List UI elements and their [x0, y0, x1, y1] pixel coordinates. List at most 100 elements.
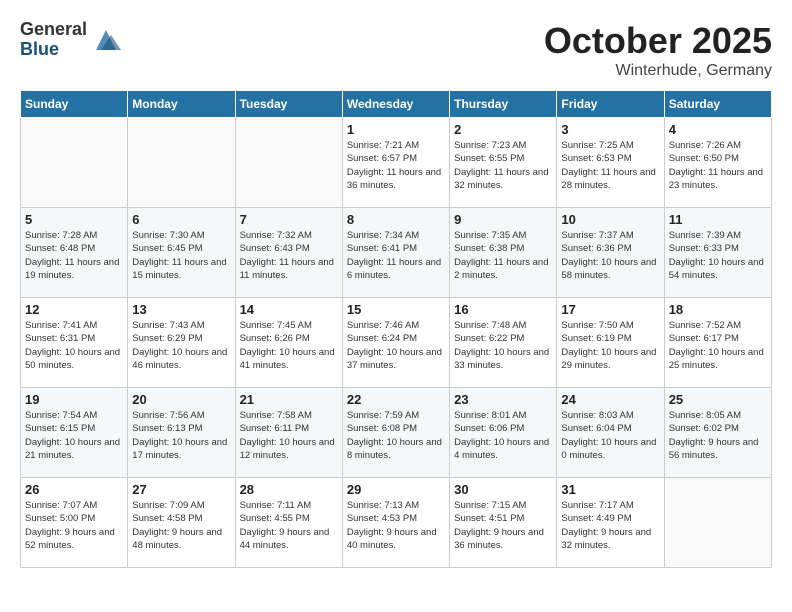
day-number: 16 [454, 302, 552, 317]
calendar-cell: 22 Sunrise: 7:59 AM Sunset: 6:08 PM Dayli… [342, 388, 449, 478]
header-monday: Monday [128, 91, 235, 118]
day-number: 15 [347, 302, 445, 317]
header-tuesday: Tuesday [235, 91, 342, 118]
logo-general-text: General [20, 20, 87, 40]
header-thursday: Thursday [450, 91, 557, 118]
day-info: Sunrise: 7:21 AM Sunset: 6:57 PM Dayligh… [347, 139, 445, 192]
day-info: Sunrise: 8:03 AM Sunset: 6:04 PM Dayligh… [561, 409, 659, 462]
day-number: 7 [240, 212, 338, 227]
calendar-week-row: 19Sunrise: 7:54 AM Sunset: 6:15 PM Dayli… [21, 388, 772, 478]
day-info: Sunrise: 7:59 AM Sunset: 6:08 PM Dayligh… [347, 409, 445, 462]
day-number: 20 [132, 392, 230, 407]
calendar-cell: 14 Sunrise: 7:45 AM Sunset: 6:26 PM Dayli… [235, 298, 342, 388]
day-number: 8 [347, 212, 445, 227]
calendar-cell: 19Sunrise: 7:54 AM Sunset: 6:15 PM Dayli… [21, 388, 128, 478]
calendar-cell: 27 Sunrise: 7:09 AM Sunset: 4:58 PM Dayli… [128, 478, 235, 568]
day-info: Sunrise: 7:23 AM Sunset: 6:55 PM Dayligh… [454, 139, 552, 192]
day-info: Sunrise: 7:37 AM Sunset: 6:36 PM Dayligh… [561, 229, 659, 282]
title-block: October 2025 Winterhude, Germany [544, 20, 772, 80]
day-info: Sunrise: 7:11 AM Sunset: 4:55 PM Dayligh… [240, 499, 338, 552]
day-number: 4 [669, 122, 767, 137]
day-number: 31 [561, 482, 659, 497]
day-info: Sunrise: 7:48 AM Sunset: 6:22 PM Dayligh… [454, 319, 552, 372]
day-info: Sunrise: 7:43 AM Sunset: 6:29 PM Dayligh… [132, 319, 230, 372]
calendar-cell: 30Sunrise: 7:15 AM Sunset: 4:51 PM Dayli… [450, 478, 557, 568]
page-header: General Blue October 2025 Winterhude, Ge… [20, 20, 772, 80]
day-number: 24 [561, 392, 659, 407]
day-info: Sunrise: 7:13 AM Sunset: 4:53 PM Dayligh… [347, 499, 445, 552]
month-title: October 2025 [544, 20, 772, 62]
calendar-cell: 20 Sunrise: 7:56 AM Sunset: 6:13 PM Dayli… [128, 388, 235, 478]
day-number: 17 [561, 302, 659, 317]
day-number: 12 [25, 302, 123, 317]
calendar-week-row: 1 Sunrise: 7:21 AM Sunset: 6:57 PM Daylig… [21, 118, 772, 208]
header-wednesday: Wednesday [342, 91, 449, 118]
day-number: 22 [347, 392, 445, 407]
calendar-cell: 18 Sunrise: 7:52 AM Sunset: 6:17 PM Dayli… [664, 298, 771, 388]
calendar-cell: 2 Sunrise: 7:23 AM Sunset: 6:55 PM Daylig… [450, 118, 557, 208]
calendar-cell: 23 Sunrise: 8:01 AM Sunset: 6:06 PM Dayli… [450, 388, 557, 478]
day-number: 13 [132, 302, 230, 317]
day-info: Sunrise: 7:28 AM Sunset: 6:48 PM Dayligh… [25, 229, 123, 282]
calendar-table: SundayMondayTuesdayWednesdayThursdayFrid… [20, 90, 772, 568]
day-number: 14 [240, 302, 338, 317]
day-info: Sunrise: 7:07 AM Sunset: 5:00 PM Dayligh… [25, 499, 123, 552]
logo-icon [91, 25, 121, 55]
calendar-cell [235, 118, 342, 208]
day-info: Sunrise: 7:32 AM Sunset: 6:43 PM Dayligh… [240, 229, 338, 282]
calendar-header-row: SundayMondayTuesdayWednesdayThursdayFrid… [21, 91, 772, 118]
day-info: Sunrise: 7:56 AM Sunset: 6:13 PM Dayligh… [132, 409, 230, 462]
day-number: 1 [347, 122, 445, 137]
day-info: Sunrise: 7:45 AM Sunset: 6:26 PM Dayligh… [240, 319, 338, 372]
day-number: 6 [132, 212, 230, 227]
day-number: 23 [454, 392, 552, 407]
calendar-cell: 8Sunrise: 7:34 AM Sunset: 6:41 PM Daylig… [342, 208, 449, 298]
day-info: Sunrise: 7:58 AM Sunset: 6:11 PM Dayligh… [240, 409, 338, 462]
calendar-cell: 31Sunrise: 7:17 AM Sunset: 4:49 PM Dayli… [557, 478, 664, 568]
day-number: 11 [669, 212, 767, 227]
calendar-cell: 21 Sunrise: 7:58 AM Sunset: 6:11 PM Dayli… [235, 388, 342, 478]
location-title: Winterhude, Germany [544, 62, 772, 80]
calendar-cell [664, 478, 771, 568]
calendar-cell: 25 Sunrise: 8:05 AM Sunset: 6:02 PM Dayli… [664, 388, 771, 478]
calendar-cell: 5 Sunrise: 7:28 AM Sunset: 6:48 PM Daylig… [21, 208, 128, 298]
calendar-cell: 1 Sunrise: 7:21 AM Sunset: 6:57 PM Daylig… [342, 118, 449, 208]
day-info: Sunrise: 7:25 AM Sunset: 6:53 PM Dayligh… [561, 139, 659, 192]
day-info: Sunrise: 7:39 AM Sunset: 6:33 PM Dayligh… [669, 229, 767, 282]
day-number: 21 [240, 392, 338, 407]
calendar-cell: 6 Sunrise: 7:30 AM Sunset: 6:45 PM Daylig… [128, 208, 235, 298]
day-number: 2 [454, 122, 552, 137]
calendar-cell: 16 Sunrise: 7:48 AM Sunset: 6:22 PM Dayli… [450, 298, 557, 388]
day-number: 18 [669, 302, 767, 317]
day-number: 9 [454, 212, 552, 227]
day-info: Sunrise: 7:30 AM Sunset: 6:45 PM Dayligh… [132, 229, 230, 282]
calendar-cell: 28 Sunrise: 7:11 AM Sunset: 4:55 PM Dayli… [235, 478, 342, 568]
day-info: Sunrise: 7:09 AM Sunset: 4:58 PM Dayligh… [132, 499, 230, 552]
day-info: Sunrise: 7:50 AM Sunset: 6:19 PM Dayligh… [561, 319, 659, 372]
calendar-cell: 10Sunrise: 7:37 AM Sunset: 6:36 PM Dayli… [557, 208, 664, 298]
calendar-cell: 11 Sunrise: 7:39 AM Sunset: 6:33 PM Dayli… [664, 208, 771, 298]
calendar-cell [128, 118, 235, 208]
day-number: 28 [240, 482, 338, 497]
calendar-cell: 4 Sunrise: 7:26 AM Sunset: 6:50 PM Daylig… [664, 118, 771, 208]
day-info: Sunrise: 7:35 AM Sunset: 6:38 PM Dayligh… [454, 229, 552, 282]
day-number: 19 [25, 392, 123, 407]
calendar-cell: 24 Sunrise: 8:03 AM Sunset: 6:04 PM Dayli… [557, 388, 664, 478]
calendar-cell [21, 118, 128, 208]
day-info: Sunrise: 8:05 AM Sunset: 6:02 PM Dayligh… [669, 409, 767, 462]
day-info: Sunrise: 7:52 AM Sunset: 6:17 PM Dayligh… [669, 319, 767, 372]
day-number: 25 [669, 392, 767, 407]
day-number: 5 [25, 212, 123, 227]
calendar-cell: 9 Sunrise: 7:35 AM Sunset: 6:38 PM Daylig… [450, 208, 557, 298]
day-number: 3 [561, 122, 659, 137]
day-info: Sunrise: 8:01 AM Sunset: 6:06 PM Dayligh… [454, 409, 552, 462]
day-info: Sunrise: 7:26 AM Sunset: 6:50 PM Dayligh… [669, 139, 767, 192]
calendar-cell: 17 Sunrise: 7:50 AM Sunset: 6:19 PM Dayli… [557, 298, 664, 388]
logo-blue-text: Blue [20, 40, 87, 60]
header-saturday: Saturday [664, 91, 771, 118]
day-number: 27 [132, 482, 230, 497]
calendar-cell: 7 Sunrise: 7:32 AM Sunset: 6:43 PM Daylig… [235, 208, 342, 298]
calendar-week-row: 26Sunrise: 7:07 AM Sunset: 5:00 PM Dayli… [21, 478, 772, 568]
day-info: Sunrise: 7:41 AM Sunset: 6:31 PM Dayligh… [25, 319, 123, 372]
logo: General Blue [20, 20, 121, 60]
